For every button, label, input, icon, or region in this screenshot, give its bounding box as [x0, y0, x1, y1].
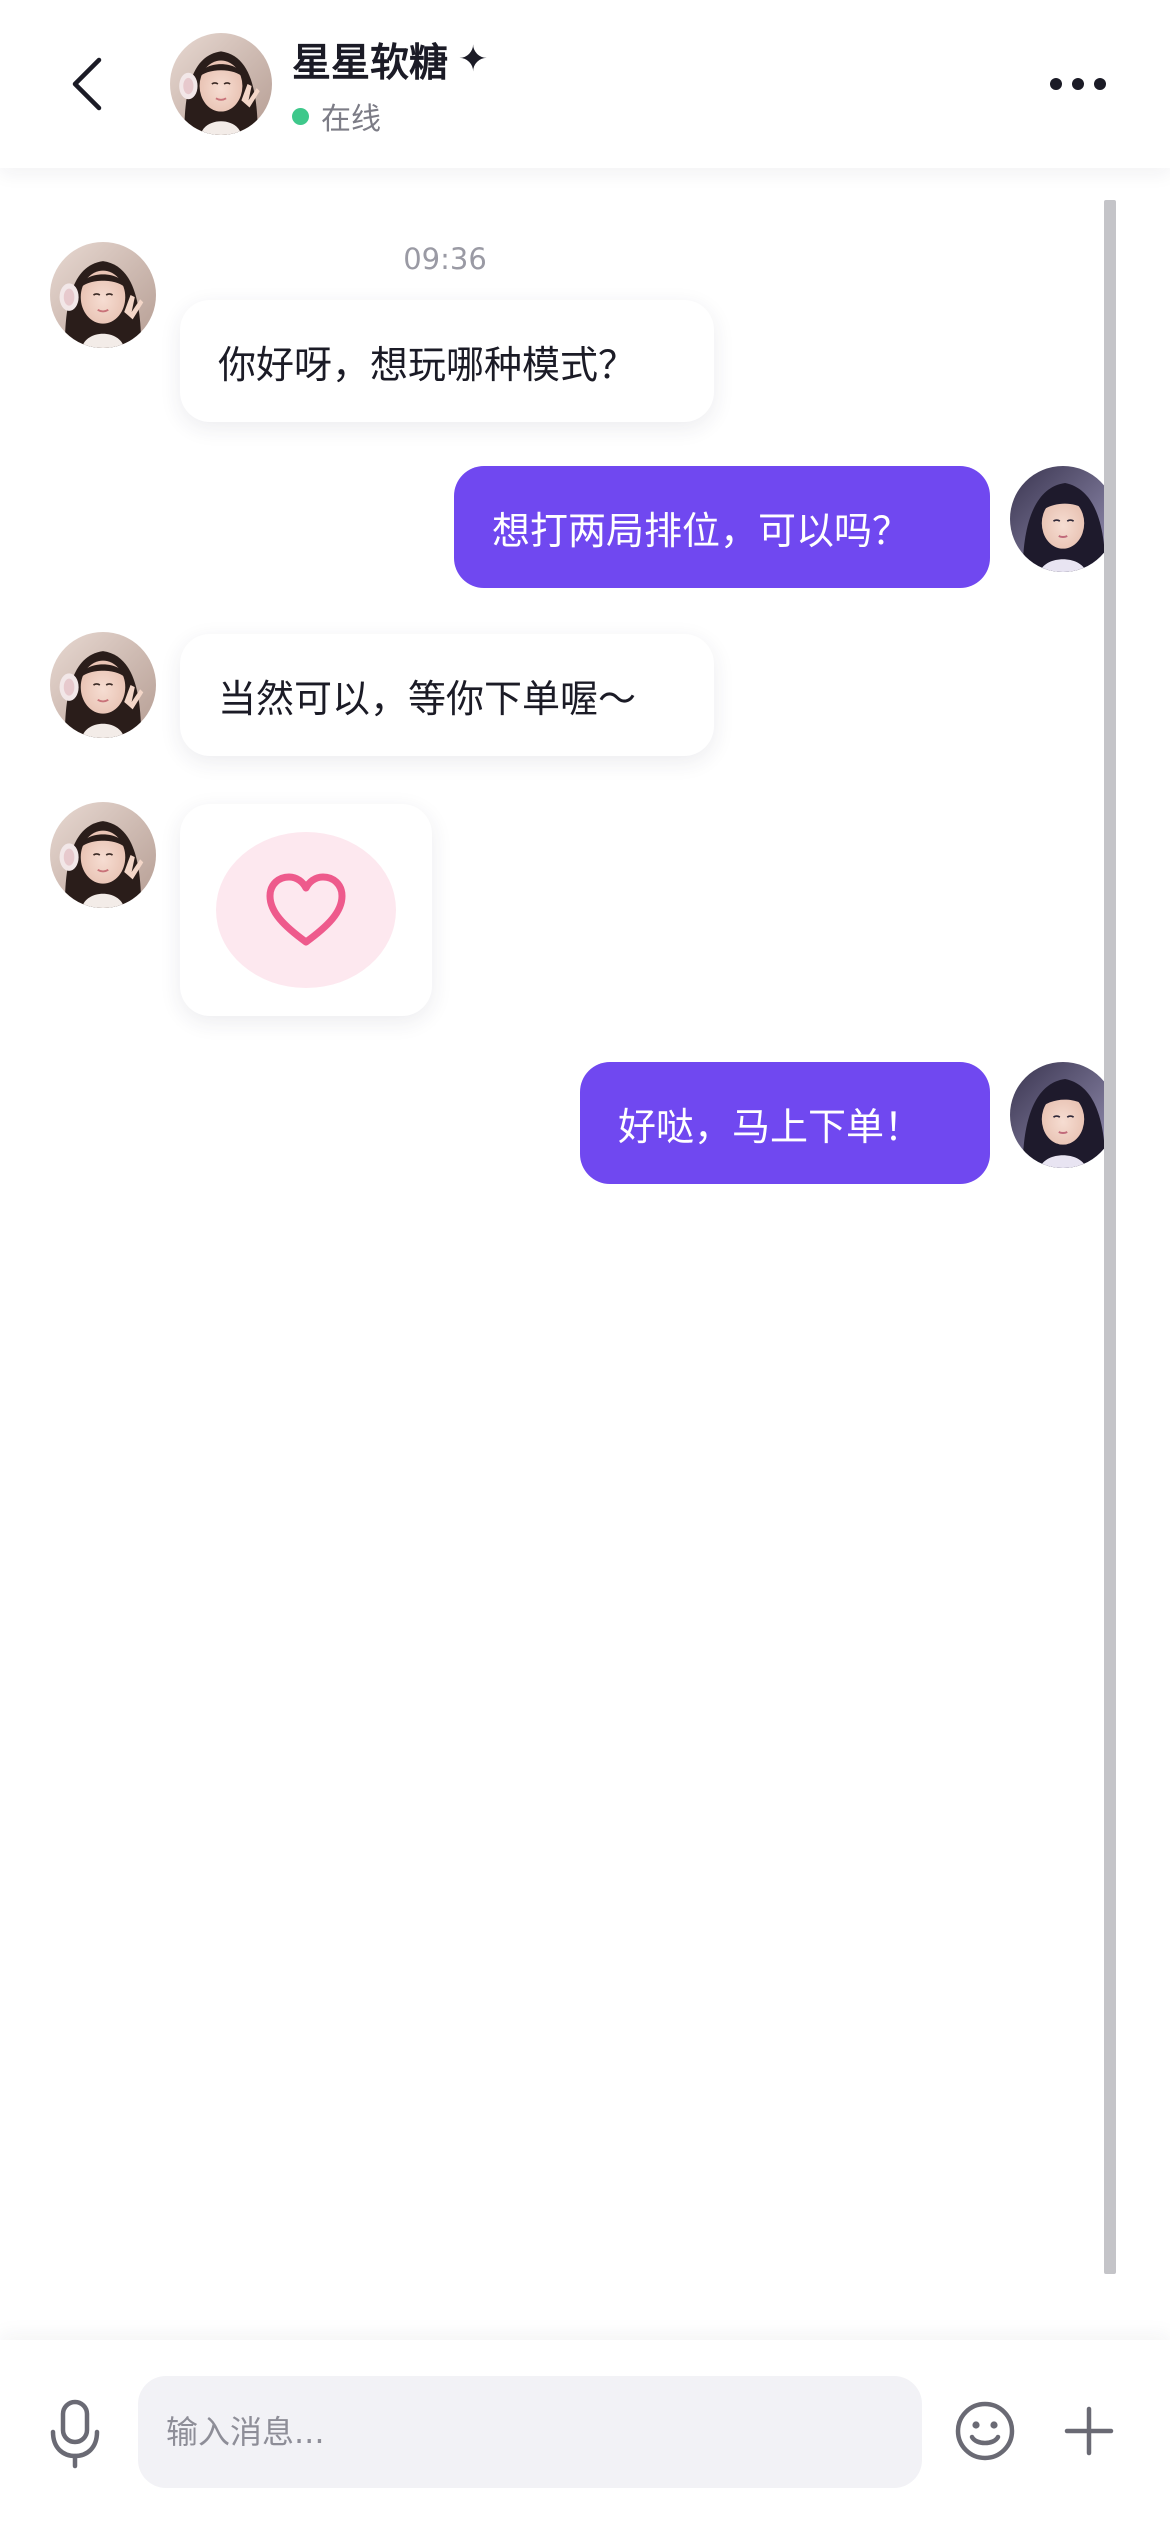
incoming-message-bubble[interactable]: 你好呀，想玩哪种模式？: [180, 300, 714, 422]
outgoing-message-bubble[interactable]: 想打两局排位，可以吗？: [454, 466, 990, 588]
incoming-message-bubble[interactable]: 当然可以，等你下单喔～: [180, 634, 714, 756]
incoming-avatar[interactable]: [50, 242, 156, 348]
message-text: 你好呀，想玩哪种模式？: [218, 342, 637, 387]
heart-icon: [264, 872, 348, 948]
incoming-avatar[interactable]: [50, 632, 156, 738]
more-button[interactable]: [1038, 44, 1118, 124]
contact-avatar[interactable]: [170, 33, 272, 135]
chat-screen: 星星软糖 ✦ 在线 09:36 你好呀，想玩哪种模式？ 想打两局排位，可以吗？ …: [0, 0, 1170, 2532]
message-text: 好哒，马上下单！: [618, 1104, 923, 1149]
contact-name: 星星软糖: [292, 41, 449, 86]
message-input[interactable]: [138, 2376, 922, 2488]
my-avatar[interactable]: [1010, 466, 1116, 572]
sparkle-icon: ✦: [458, 39, 489, 80]
status-text: 在线: [321, 102, 381, 137]
my-avatar[interactable]: [1010, 1062, 1116, 1168]
more-actions-button[interactable]: [1054, 2396, 1124, 2466]
message-input-bar: [0, 2340, 1170, 2532]
message-text: 想打两局排位，可以吗？: [492, 508, 911, 553]
message-text: 当然可以，等你下单喔～: [218, 676, 637, 721]
incoming-avatar[interactable]: [50, 802, 156, 908]
online-status: 在线: [292, 96, 381, 137]
emoji-icon: [953, 2399, 1017, 2463]
sticker-background: [216, 832, 396, 988]
back-button[interactable]: [52, 44, 122, 124]
chevron-left-icon: [67, 54, 107, 114]
voice-button[interactable]: [40, 2386, 110, 2482]
outgoing-message-bubble[interactable]: 好哒，马上下单！: [580, 1062, 990, 1184]
emoji-button[interactable]: [950, 2396, 1020, 2466]
chat-header: 星星软糖 ✦ 在线: [0, 0, 1170, 168]
online-dot-icon: [292, 107, 309, 125]
message-timestamp: 09:36: [403, 242, 487, 276]
more-dots-icon: [1048, 76, 1108, 92]
sticker-message[interactable]: [180, 804, 432, 1016]
contact-name-row: 星星软糖 ✦: [292, 32, 488, 88]
message-list[interactable]: 09:36 你好呀，想玩哪种模式？ 想打两局排位，可以吗？ 当然可以，等你下单喔…: [0, 0, 1170, 2340]
scrollbar-thumb[interactable]: [1104, 200, 1116, 2274]
microphone-icon: [47, 2398, 103, 2470]
plus-icon: [1063, 2405, 1115, 2457]
scrollbar[interactable]: [1104, 200, 1116, 2274]
